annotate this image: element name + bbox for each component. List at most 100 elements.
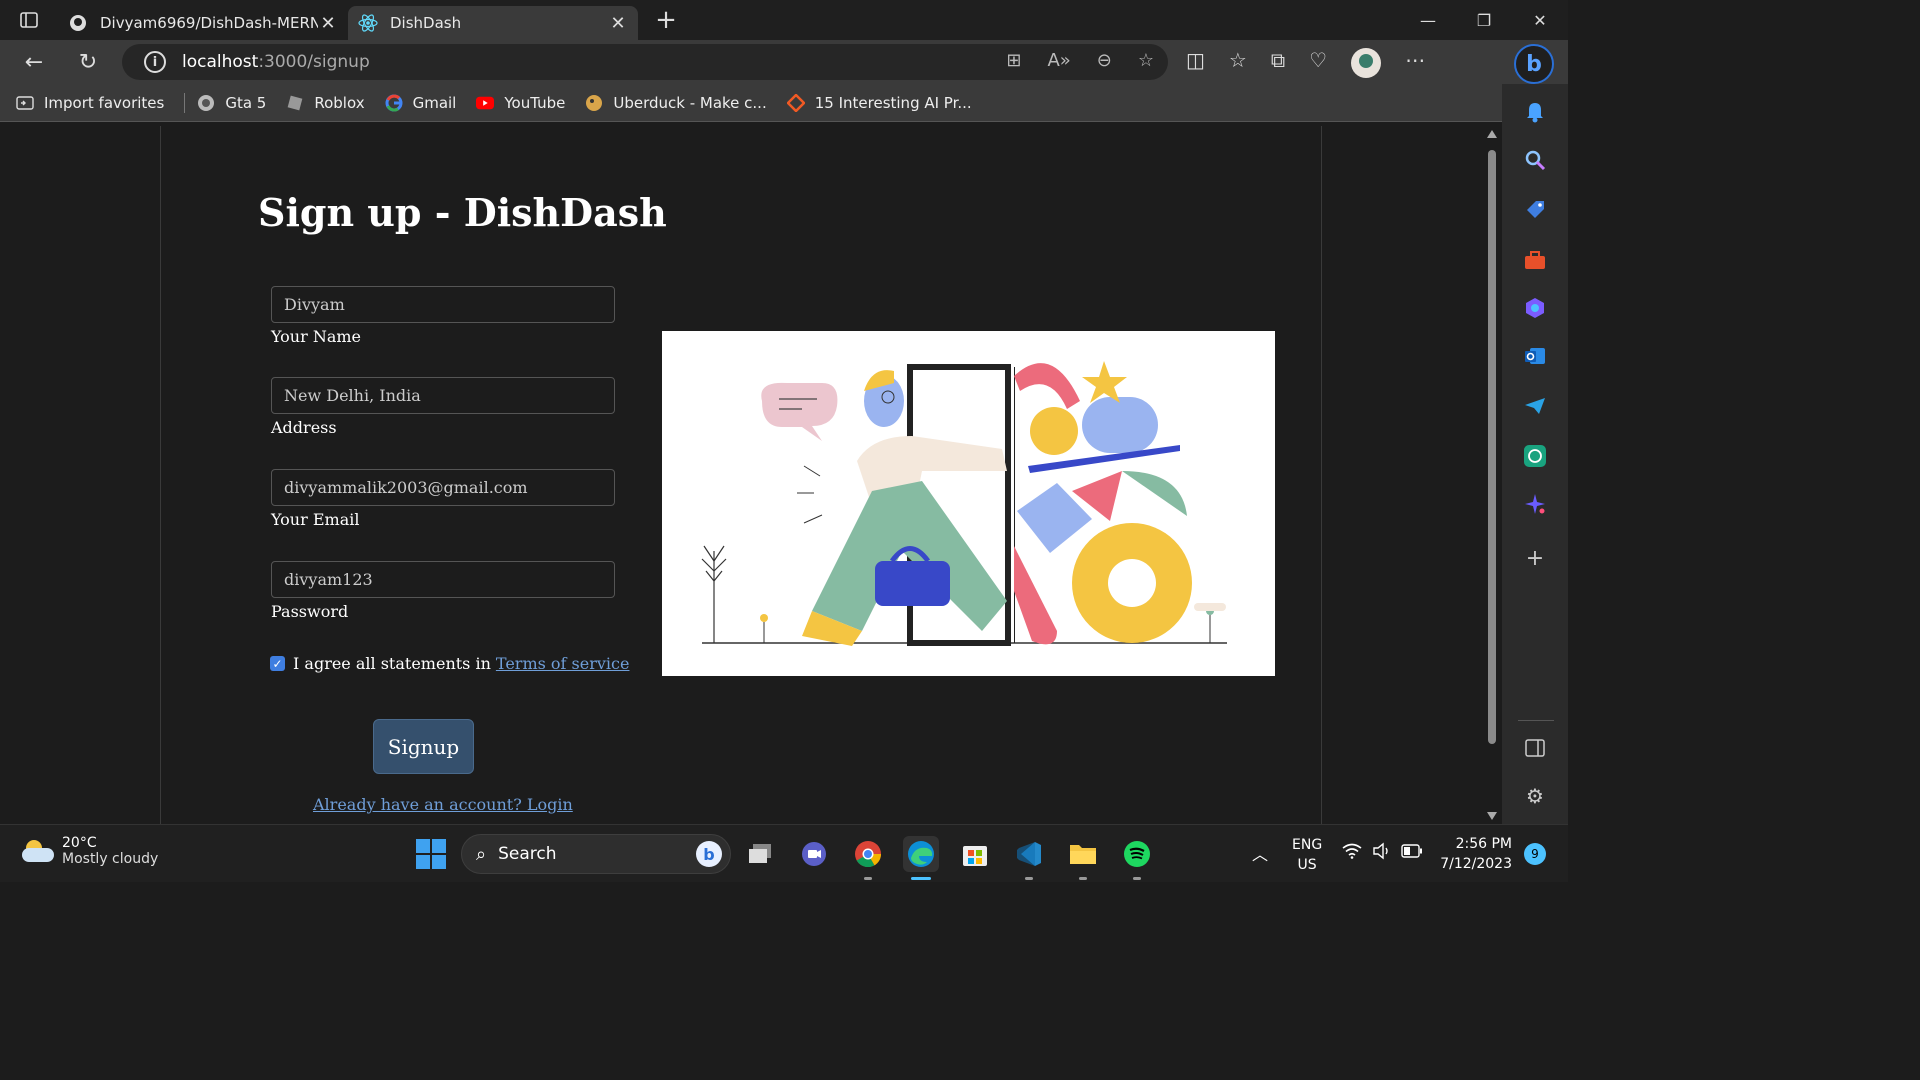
tab-bar: Divyam6969/DishDash-MERN: D ✕ DishDash ✕… [0,0,1568,40]
system-clock[interactable]: 2:56 PM 7/12/2023 [1440,834,1512,874]
search-icon[interactable] [1523,148,1547,172]
vscode-icon[interactable] [1011,836,1047,880]
name-field-group: Divyam Your Name [271,286,615,346]
volume-icon[interactable] [1372,842,1392,864]
signup-illustration [662,331,1275,676]
windows-start-icon[interactable] [416,839,446,869]
address-bar[interactable]: i localhost:3000/signup ⊞ A» ⊖ ☆ [122,44,1168,80]
collections-icon[interactable]: ⧉ [1271,48,1285,78]
scrollbar-thumb[interactable] [1488,150,1496,744]
name-label: Your Name [271,327,362,346]
zoom-out-icon[interactable]: ⊖ [1097,50,1112,71]
terms-of-service-link[interactable]: Terms of service [496,654,630,673]
clock-date: 7/12/2023 [1440,856,1512,872]
favorite-gta5[interactable]: Gta 5 [197,94,266,112]
bing-copilot-icon[interactable]: b [1514,44,1554,84]
sparkle-icon[interactable] [1523,492,1547,516]
scroll-up-icon[interactable] [1487,130,1497,138]
teams-chat-icon[interactable] [796,836,832,872]
partly-cloudy-icon [22,840,54,862]
notification-badge[interactable]: 9 [1524,843,1546,865]
tab-dishdash[interactable]: DishDash ✕ [348,6,638,40]
clock-time: 2:56 PM [1455,836,1512,852]
battery-icon[interactable] [1401,844,1423,862]
notifications-icon[interactable] [1523,100,1547,124]
password-label: Password [271,602,349,621]
refresh-icon[interactable]: ↻ [64,50,112,75]
chrome-icon[interactable] [850,836,886,880]
read-aloud-icon[interactable]: A» [1047,50,1070,71]
terms-agreement: ✓ I agree all statements in Terms of ser… [270,654,629,673]
restore-icon[interactable]: ❐ [1456,11,1512,30]
close-tab-icon[interactable]: ✕ [318,13,338,34]
favorite-uberduck[interactable]: Uberduck - Make c... [585,93,767,112]
split-screen-icon[interactable]: ◫ [1186,48,1205,78]
agree-text: I agree all statements in [293,654,491,673]
weather-temperature: 20°C [62,835,97,851]
taskbar-search-box[interactable]: ⌕ Search b [461,834,731,874]
favorite-label: Uberduck - Make c... [613,93,767,112]
close-window-icon[interactable]: ✕ [1512,11,1568,30]
hide-sidebar-icon[interactable] [1523,736,1547,760]
favorite-label: Roblox [314,93,365,112]
file-explorer-icon[interactable] [1065,836,1101,880]
favorite-gmail[interactable]: Gmail [385,93,457,112]
profile-avatar[interactable] [1351,48,1382,78]
show-hidden-icons-chevron-up-icon[interactable]: ︿ [1252,841,1268,865]
name-input[interactable]: Divyam [271,286,615,323]
app-available-icon[interactable]: ⊞ [1006,50,1021,71]
address-input[interactable]: New Delhi, India [271,377,615,414]
language-indicator[interactable]: ENG US [1292,835,1322,875]
address-label: Address [271,418,337,437]
page-scrollbar[interactable] [1484,126,1500,824]
add-sidebar-app-icon[interactable]: + [1523,546,1547,571]
login-link[interactable]: Already have an account? Login [313,795,573,814]
favorite-youtube[interactable]: YouTube [476,94,565,112]
tab-github[interactable]: Divyam6969/DishDash-MERN: D ✕ [58,6,348,40]
edge-sidebar: + ⚙ [1502,84,1568,824]
bing-icon[interactable]: b [696,841,722,867]
new-tab-button[interactable]: + [646,5,686,35]
edge-icon[interactable] [903,836,939,880]
scroll-down-icon[interactable] [1487,812,1497,820]
window-controls: — ❐ ✕ [1400,11,1568,30]
favorite-roblox[interactable]: Roblox [286,93,365,112]
minimize-icon[interactable]: — [1400,11,1456,30]
wifi-icon[interactable] [1342,843,1362,863]
terms-checkbox[interactable]: ✓ [270,656,285,671]
signup-button[interactable]: Signup [373,719,474,774]
github-icon [68,13,88,33]
spotify-icon[interactable] [1119,836,1155,880]
shopping-icon[interactable] [1523,198,1547,222]
favorite-ai-projects[interactable]: 15 Interesting AI Pr... [786,93,972,112]
telegram-icon[interactable] [1523,394,1547,418]
password-input[interactable]: divyam123 [271,561,615,598]
back-icon[interactable]: ← [10,50,58,75]
favorite-label: Import favorites [44,93,165,112]
tab-actions-button[interactable] [0,0,58,40]
email-field-group: divyammalik2003@gmail.com Your Email [271,469,615,529]
address-field-group: New Delhi, India Address [271,377,615,437]
site-info-icon[interactable]: i [144,51,166,73]
roblox-icon [286,94,304,112]
bookmark-icon [786,93,805,112]
microsoft-store-icon[interactable] [957,836,993,872]
more-options-icon[interactable]: ⋯ [1405,48,1425,78]
settings-gear-icon[interactable]: ⚙ [1523,784,1547,808]
favorite-import[interactable]: Import favorites [16,94,164,112]
chatgpt-icon[interactable] [1523,444,1547,468]
favorite-label: YouTube [504,93,566,112]
tab-actions-icon [20,12,38,28]
favorite-label: Gmail [412,93,457,112]
task-view-icon[interactable] [742,836,778,872]
favorite-star-icon[interactable]: ☆ [1138,50,1154,71]
weather-widget[interactable]: 20°C Mostly cloudy [22,835,158,867]
email-input[interactable]: divyammalik2003@gmail.com [271,469,615,506]
games-icon[interactable] [1523,296,1547,320]
favorites-icon[interactable]: ☆ [1229,48,1247,78]
url-host: localhost [182,52,259,72]
browser-essentials-icon[interactable]: ♡ [1309,48,1327,78]
outlook-icon[interactable] [1523,344,1547,368]
close-tab-icon[interactable]: ✕ [608,13,628,34]
tools-icon[interactable] [1523,248,1547,272]
